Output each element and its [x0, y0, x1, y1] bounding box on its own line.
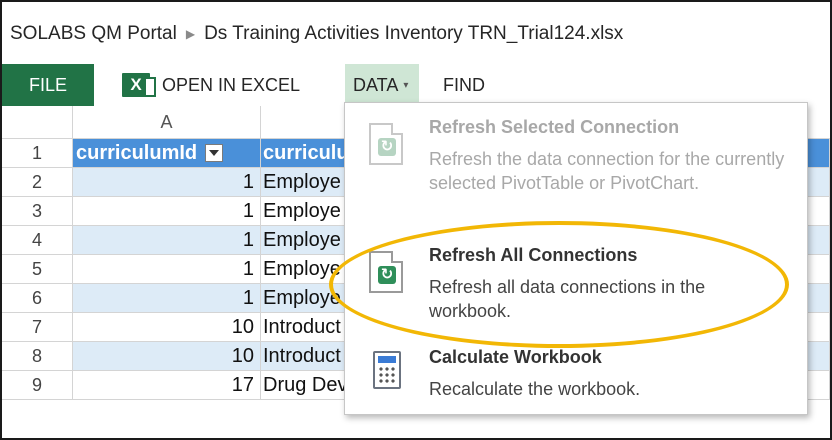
- excel-icon: X: [122, 73, 156, 97]
- menu-item-title: Calculate Workbook: [429, 347, 602, 367]
- filter-dropdown-icon[interactable]: [205, 144, 224, 162]
- tab-find[interactable]: FIND: [443, 64, 485, 106]
- row-header[interactable]: 2: [2, 168, 73, 196]
- column-header-a[interactable]: A: [73, 106, 261, 139]
- tab-data[interactable]: DATA ▾: [345, 64, 419, 106]
- menu-item-description: Refresh the data connection for the curr…: [429, 149, 785, 193]
- row-header[interactable]: 9: [2, 371, 73, 399]
- row-header[interactable]: 4: [2, 226, 73, 254]
- row-header[interactable]: 3: [2, 197, 73, 225]
- header-cell-curriculumid[interactable]: curriculumId: [73, 139, 261, 167]
- cell-curriculumid[interactable]: 1: [73, 226, 261, 254]
- refresh-all-icon: ↻: [369, 251, 409, 295]
- tab-data-label: DATA: [353, 74, 399, 95]
- row-header[interactable]: 8: [2, 342, 73, 370]
- menu-item-refresh-all-connections[interactable]: ↻ Refresh All Connections Refresh all da…: [345, 245, 807, 331]
- refresh-connection-icon: ↻: [369, 123, 409, 167]
- calculator-icon: [369, 349, 409, 393]
- row-header[interactable]: 5: [2, 255, 73, 283]
- cell-curriculumid[interactable]: 1: [73, 284, 261, 312]
- cell-curriculumid[interactable]: 1: [73, 197, 261, 225]
- breadcrumb-separator-icon: ▶: [185, 27, 196, 41]
- breadcrumb-portal[interactable]: SOLABS QM Portal: [10, 23, 177, 45]
- data-dropdown-menu: ↻ Refresh Selected Connection Refresh th…: [344, 102, 808, 415]
- breadcrumb: SOLABS QM Portal ▶ Ds Training Activitie…: [10, 23, 623, 45]
- menu-item-description: Refresh all data connections in the work…: [429, 277, 706, 321]
- menu-item-title: Refresh All Connections: [429, 245, 638, 265]
- excel-online-window: SOLABS QM Portal ▶ Ds Training Activitie…: [0, 0, 832, 440]
- cell-curriculumid[interactable]: 17: [73, 371, 261, 399]
- header-cell-label: curriculumId: [76, 141, 198, 164]
- title-bar: SOLABS QM Portal ▶ Ds Training Activitie…: [2, 2, 830, 64]
- cell-curriculumid[interactable]: 1: [73, 168, 261, 196]
- menu-item-refresh-selected-connection[interactable]: ↻ Refresh Selected Connection Refresh th…: [345, 117, 807, 227]
- row-header[interactable]: 6: [2, 284, 73, 312]
- row-header[interactable]: 7: [2, 313, 73, 341]
- cell-curriculumid[interactable]: 10: [73, 313, 261, 341]
- menu-item-description: Recalculate the workbook.: [429, 379, 641, 399]
- menu-item-title: Refresh Selected Connection: [429, 117, 680, 137]
- cell-curriculumid[interactable]: 1: [73, 255, 261, 283]
- cell-curriculumid[interactable]: 10: [73, 342, 261, 370]
- row-header[interactable]: 1: [2, 139, 73, 167]
- ribbon-tabs: FILE X OPEN IN EXCEL DATA ▾ FIND: [2, 64, 830, 106]
- breadcrumb-file-name: Ds Training Activities Inventory TRN_Tri…: [204, 23, 624, 44]
- tab-file[interactable]: FILE: [2, 64, 94, 106]
- menu-item-calculate-workbook[interactable]: Calculate Workbook Recalculate the workb…: [345, 347, 807, 407]
- chevron-down-icon: ▾: [403, 79, 409, 91]
- open-in-excel-button[interactable]: X OPEN IN EXCEL: [122, 64, 300, 106]
- select-all-corner[interactable]: [2, 106, 73, 139]
- open-in-excel-label: OPEN IN EXCEL: [162, 74, 301, 95]
